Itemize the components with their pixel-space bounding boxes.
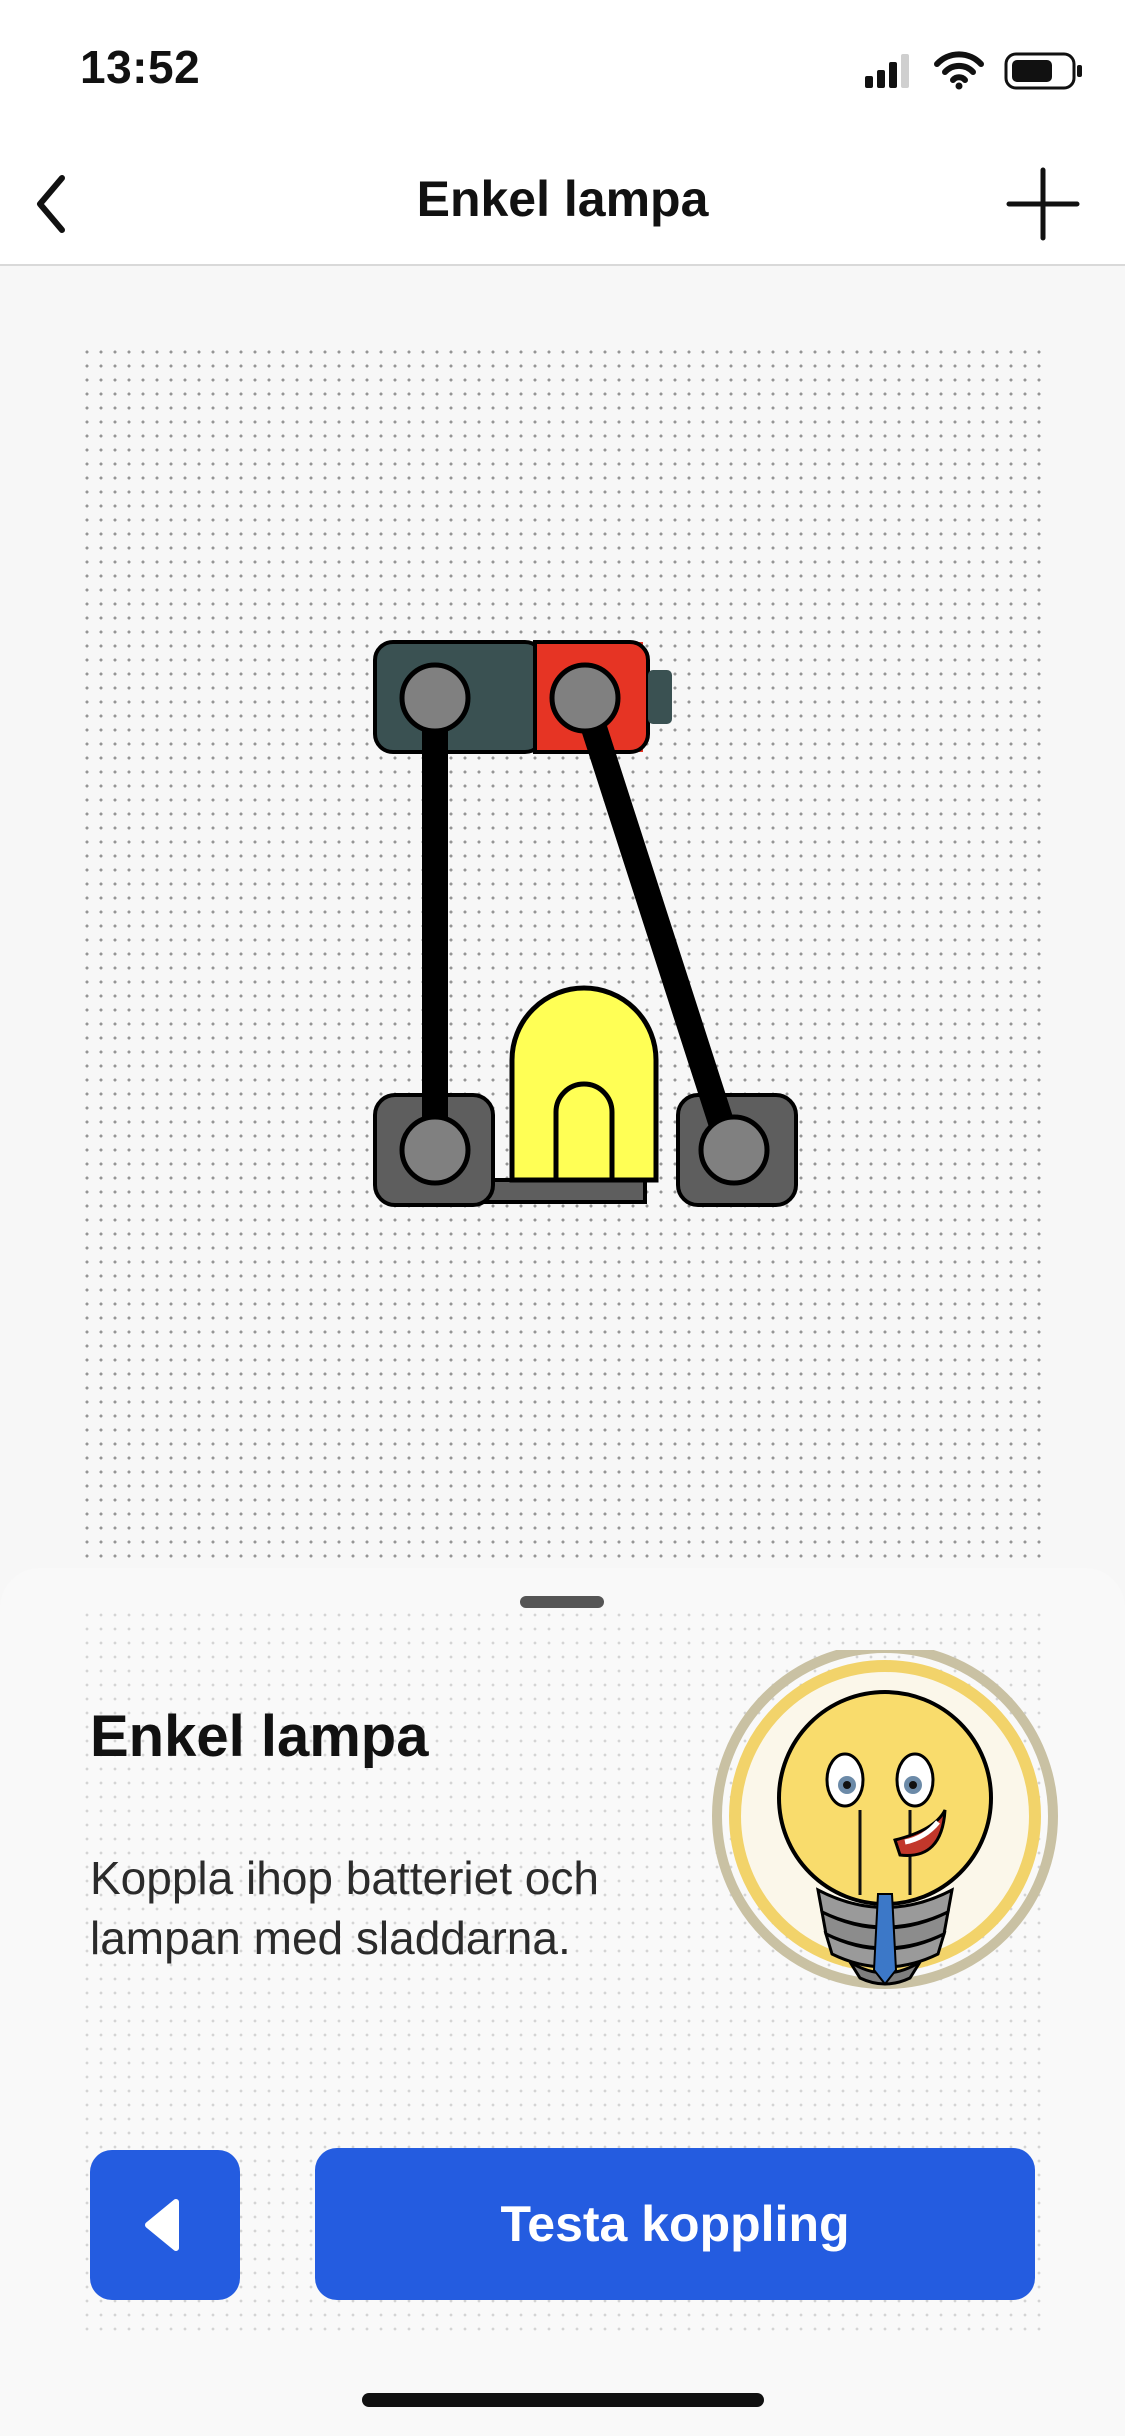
battery-terminal-positive[interactable] [549, 662, 621, 734]
navigation-bar: Enkel lampa [0, 140, 1125, 266]
bottom-sheet[interactable]: Enkel lampa Koppla ihop batteriet och la… [0, 1568, 1125, 2436]
status-time: 13:52 [80, 41, 201, 93]
battery-terminal-negative[interactable] [399, 662, 471, 734]
sheet-description: Koppla ihop batteriet och lampan med sla… [90, 1852, 599, 1964]
lamp-terminal-left[interactable] [399, 1114, 471, 1186]
wifi-icon [934, 51, 984, 90]
page-title: Enkel lampa [416, 171, 709, 227]
signal-icon [865, 54, 909, 88]
battery-icon [1004, 52, 1082, 90]
home-indicator[interactable] [362, 2393, 764, 2407]
triangle-left-icon [145, 2199, 179, 2251]
sheet-title: Enkel lampa [90, 1704, 429, 1769]
circuit-diagram[interactable] [360, 620, 810, 1220]
lamp-terminal-right[interactable] [698, 1114, 770, 1186]
plus-icon[interactable] [1001, 162, 1085, 246]
sheet-grabber[interactable] [520, 1596, 604, 1608]
test-connection-button[interactable]: Testa koppling [315, 2148, 1035, 2300]
status-bar: 13:52 [0, 0, 1125, 140]
lightbulb-character-icon [712, 1650, 1058, 1989]
back-button[interactable] [90, 2150, 240, 2300]
status-icons [865, 51, 1082, 90]
